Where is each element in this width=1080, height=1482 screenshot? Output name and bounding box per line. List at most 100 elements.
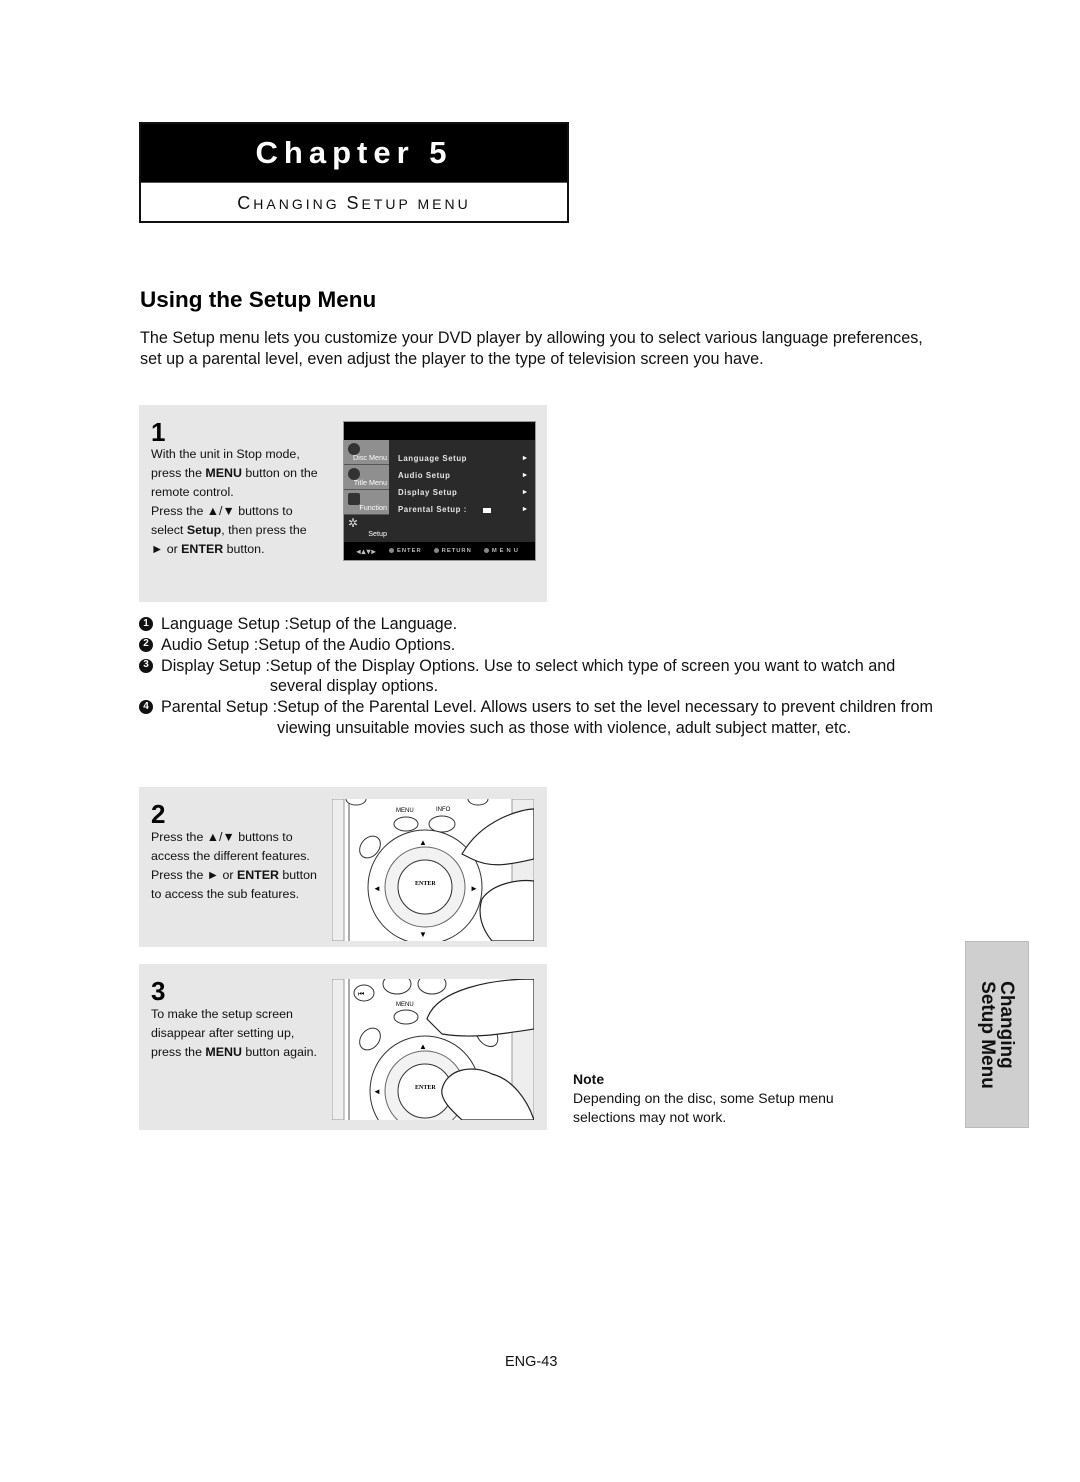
osd-item-label: Audio Setup [398, 471, 451, 480]
intro-paragraph: The Setup menu lets you customize your D… [140, 329, 923, 368]
gear-icon: ✲ [348, 516, 359, 530]
side-tab-label: Changing Setup Menu [977, 980, 1017, 1089]
subtitle-initial: C [237, 193, 254, 213]
option-description: Setup of the Display Options. Use to sel… [269, 656, 896, 696]
note-text: Depending on the disc, some Setup menu s… [573, 1090, 834, 1125]
play-arrow-icon: ► [521, 455, 529, 462]
svg-text:▲: ▲ [419, 1042, 427, 1051]
svg-text:▼: ▼ [419, 930, 427, 939]
remote-label-enter: ENTER [415, 881, 436, 887]
step-number: 2 [151, 799, 166, 829]
page-number: ENG-43 [505, 1354, 558, 1370]
section-side-tab: Changing Setup Menu [965, 941, 1029, 1128]
previous-icon: ⏮ [358, 991, 364, 998]
bold-keyword: Setup [186, 523, 222, 537]
osd-item-language-setup: Language Setup ► [398, 450, 529, 467]
osd-tab-setup: ✲ Setup [344, 515, 389, 540]
option-description: Setup of the Language. [288, 615, 458, 633]
step-number: 3 [151, 976, 166, 1006]
osd-item-label: Language Setup [398, 454, 468, 463]
osd-tab-label: Setup [368, 529, 387, 538]
side-tab-line: Changing [996, 980, 1017, 1069]
number-bullet-icon: 3 [139, 658, 153, 673]
svg-text:◄: ◄ [373, 884, 381, 893]
play-arrow-icon: ► [521, 472, 529, 479]
option-label: Display Setup : [161, 656, 270, 675]
option-description: Setup of the Audio Options. [258, 635, 456, 654]
remote-menu-illustration: ⏮ MENU ENTER ▲ ◄ [332, 979, 534, 1120]
note-box: Note Depending on the disc, some Setup m… [573, 1070, 893, 1127]
osd-tab-title-menu: Title Menu [344, 465, 389, 490]
svg-text:◄: ◄ [373, 1087, 381, 1096]
dvd-setup-menu-screen: Disc Menu Title Menu Function ✲ Setup Lan… [343, 421, 536, 561]
svg-text:►: ► [470, 884, 478, 893]
step-text: To make the setup screen disappear after… [151, 1005, 321, 1062]
osd-footer-label: ENTER [397, 548, 422, 555]
chapter-title: Chapter 5 [141, 124, 567, 182]
remote-label-menu: MENU [396, 808, 414, 814]
direction-pad-icon: ◂▴▾▸ [356, 546, 377, 556]
osd-footer-menu: MENU [483, 547, 521, 555]
list-item: 3 Display Setup : Setup of the Display Opt… [139, 656, 939, 698]
menu-key-icon [483, 547, 489, 553]
osd-footer: ◂▴▾▸ ENTER RETURN MENU [344, 542, 535, 560]
osd-tab-label: Title Menu [353, 478, 387, 487]
osd-item-label: Parental Setup : [398, 505, 467, 514]
step-text: With the unit in Stop mode, press the ME… [151, 445, 321, 559]
enter-key-icon [389, 547, 394, 553]
osd-tab-label: Disc Menu [353, 453, 387, 462]
bold-keyword: ENTER [236, 868, 279, 882]
svg-text:▲: ▲ [419, 838, 427, 847]
chapter-header: Chapter 5 C HANGING S ETUP MENU [139, 122, 569, 223]
text-segment: button again. [241, 1045, 318, 1059]
osd-footer-return: RETURN [433, 547, 472, 555]
osd-tab-function: Function [344, 490, 389, 515]
function-icon [348, 493, 360, 505]
setup-options-list: 1 Language Setup : Setup of the Language.… [139, 614, 939, 739]
osd-item-display-setup: Display Setup ► [398, 484, 529, 501]
text-segment: button. [223, 542, 265, 556]
osd-item-audio-setup: Audio Setup ► [398, 467, 529, 484]
number-bullet-icon: 4 [139, 700, 153, 715]
play-arrow-icon: ► [521, 489, 529, 496]
osd-menu-items: Language Setup ► Audio Setup ► Display Set… [398, 450, 529, 518]
osd-tab-label: Function [359, 503, 387, 512]
bold-keyword: ENTER [181, 542, 224, 556]
remote-label-enter: ENTER [415, 1085, 436, 1091]
bold-keyword: MENU [205, 1045, 242, 1059]
remote-dpad-illustration: MENU INFO ENTER ▲ ▼ ◄ ► [332, 799, 534, 941]
unlock-icon [482, 508, 491, 513]
remote-label-info: INFO [436, 807, 451, 813]
osd-tab-list: Disc Menu Title Menu Function ✲ Setup [344, 440, 389, 543]
osd-footer-label: MENU [491, 548, 521, 555]
number-bullet-icon: 1 [139, 617, 153, 631]
play-arrow-icon: ► [521, 506, 529, 513]
step-text: Press the ▲/▼ buttons to access the diff… [151, 828, 321, 904]
option-description: Setup of the Parental Level. Allows user… [277, 698, 934, 737]
subtitle-initial: S [346, 193, 362, 213]
step-2-panel: 2 Press the ▲/▼ buttons to access the di… [139, 787, 547, 947]
note-title: Note [573, 1071, 605, 1087]
option-label: Language Setup : [161, 615, 289, 633]
option-label: Parental Setup : [161, 698, 278, 717]
list-item: 2 Audio Setup : Setup of the Audio Option… [139, 635, 939, 656]
osd-item-label: Display Setup [398, 488, 458, 497]
subtitle-rest: HANGING [253, 195, 340, 212]
return-key-icon [433, 547, 439, 553]
bold-keyword: MENU [205, 466, 242, 480]
list-item: 1 Language Setup : Setup of the Language. [139, 614, 939, 635]
remote-illustration-navigate: MENU INFO ENTER ▲ ▼ ◄ ► [332, 799, 534, 941]
section-title: Using the Setup Menu [140, 287, 377, 312]
osd-footer-enter: ENTER [389, 547, 422, 555]
option-label: Audio Setup : [161, 635, 259, 654]
number-bullet-icon: 2 [139, 637, 153, 652]
remote-illustration-menu: ⏮ MENU ENTER ▲ ◄ [332, 979, 534, 1120]
chapter-subtitle: C HANGING S ETUP MENU [141, 182, 567, 224]
osd-tab-disc-menu: Disc Menu [344, 440, 389, 465]
osd-footer-label: RETURN [441, 548, 472, 555]
subtitle-rest: ETUP MENU [361, 195, 471, 212]
step-number: 1 [151, 417, 166, 447]
list-item: 4 Parental Setup : Setup of the Parental … [139, 697, 939, 739]
side-tab-line: Setup Menu [977, 980, 998, 1089]
osd-title-bar [344, 422, 535, 440]
